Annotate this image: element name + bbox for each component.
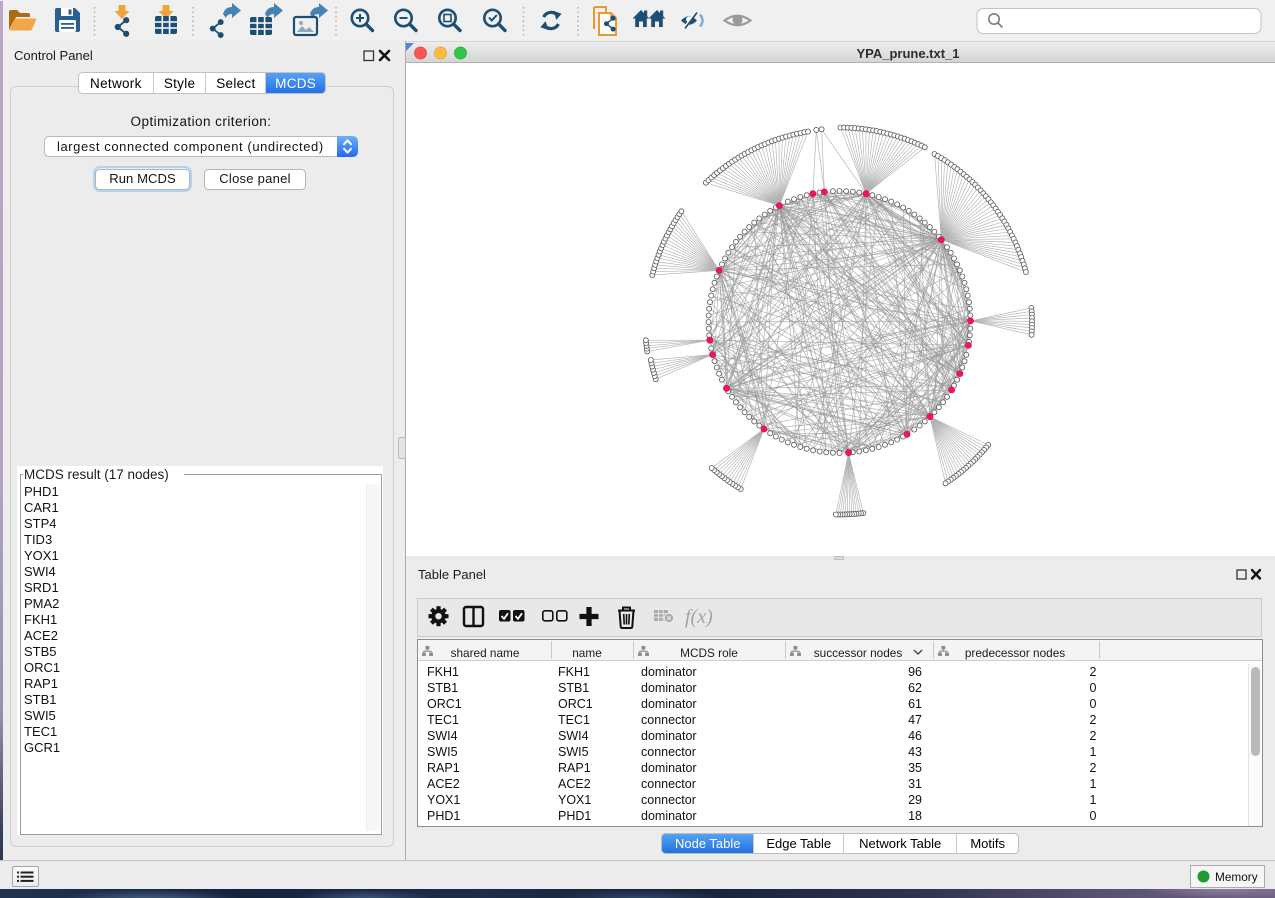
svg-text:f(x): f(x) bbox=[685, 606, 713, 628]
